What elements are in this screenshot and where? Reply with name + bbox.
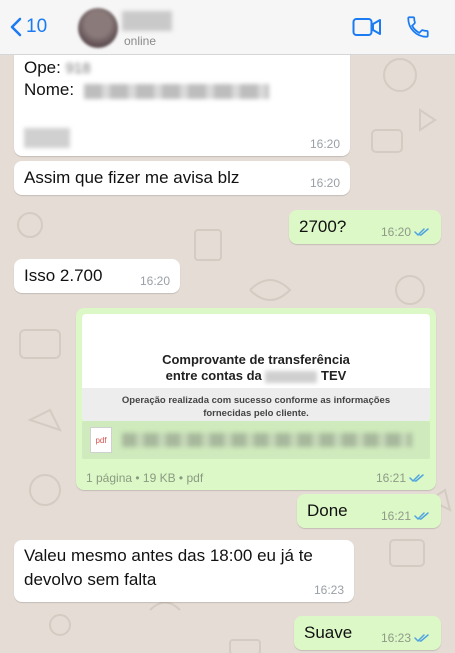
read-ticks-icon <box>414 512 429 521</box>
read-ticks-icon <box>414 228 429 237</box>
message-text: Suave <box>304 623 353 642</box>
message-time: 16:20 <box>139 274 170 288</box>
back-button[interactable]: 10 <box>10 16 47 38</box>
message-bubble-outgoing[interactable]: Suave 16:23 <box>294 616 441 650</box>
message-bubble-incoming[interactable]: Assim que fizer me avisa blz 16:20 <box>14 161 350 195</box>
message-time: 16:21 <box>380 509 411 523</box>
receipt-title-line1: Comprovante de transferência <box>162 352 350 367</box>
receipt-title-prefix: entre contas da <box>165 368 262 383</box>
message-text-line1: Valeu mesmo antes das 18:00 eu já te <box>24 546 313 565</box>
bank-name-redacted <box>265 370 318 383</box>
video-call-icon[interactable] <box>352 17 382 37</box>
message-bubble-outgoing[interactable]: Done 16:21 <box>297 494 441 528</box>
message-text: Isso 2.700 <box>24 266 103 285</box>
ope-value-redacted: 918 <box>65 60 91 77</box>
file-name-redacted <box>122 433 412 447</box>
message-bubble-incoming[interactable]: Isso 2.700 16:20 <box>14 259 180 293</box>
file-info: 1 página • 19 KB • pdf <box>86 471 204 485</box>
message-time: 16:23 <box>380 631 411 645</box>
message-text: 2700? <box>299 217 347 236</box>
chat-header: 10 online <box>0 0 455 55</box>
chevron-left-icon <box>10 17 22 37</box>
message-time: 16:20 <box>380 225 411 239</box>
message-bubble-incoming[interactable]: Ope: 918 Nome: 16:20 <box>14 44 350 156</box>
nome-label: Nome: <box>24 80 75 99</box>
pdf-icon: pdf <box>90 427 112 453</box>
message-text-line2: devolvo sem falta <box>24 570 157 589</box>
ope-label: Ope: <box>24 58 61 77</box>
message-time: 16:20 <box>309 176 340 190</box>
receipt-note-band: Operação realizada com sucesso conforme … <box>82 388 430 421</box>
contact-status: online <box>124 34 157 48</box>
message-text: Done <box>307 501 348 520</box>
contact-avatar[interactable] <box>78 8 118 48</box>
message-bubble-outgoing[interactable]: 2700? 16:20 <box>289 210 441 244</box>
redacted-line <box>24 128 70 148</box>
message-bubble-incoming[interactable]: Valeu mesmo antes das 18:00 eu já te dev… <box>14 540 354 602</box>
contact-name-redacted[interactable] <box>122 11 172 31</box>
document-preview[interactable]: Comprovante de transferência entre conta… <box>82 314 430 421</box>
read-ticks-icon <box>409 474 424 483</box>
phone-icon[interactable] <box>405 14 431 40</box>
unread-count: 10 <box>26 16 48 37</box>
message-time: 16:23 <box>313 583 344 597</box>
nome-value-redacted <box>84 84 269 99</box>
whatsapp-chat: 10 online Ope: 918 Nome: 16:20 Assim que… <box>0 0 455 653</box>
receipt-note-line1: Operação realizada com sucesso conforme … <box>121 395 391 406</box>
document-file-bar[interactable]: pdf <box>82 421 430 459</box>
message-text: Assim que fizer me avisa blz <box>24 168 240 187</box>
read-ticks-icon <box>414 634 429 643</box>
message-time: 16:20 <box>309 137 340 151</box>
document-message-outgoing[interactable]: Comprovante de transferência entre conta… <box>76 308 436 490</box>
receipt-note-line2: fornecidas pelo cliente. <box>203 408 309 419</box>
message-time: 16:21 <box>375 471 406 485</box>
receipt-title-suffix: TEV <box>321 368 347 383</box>
